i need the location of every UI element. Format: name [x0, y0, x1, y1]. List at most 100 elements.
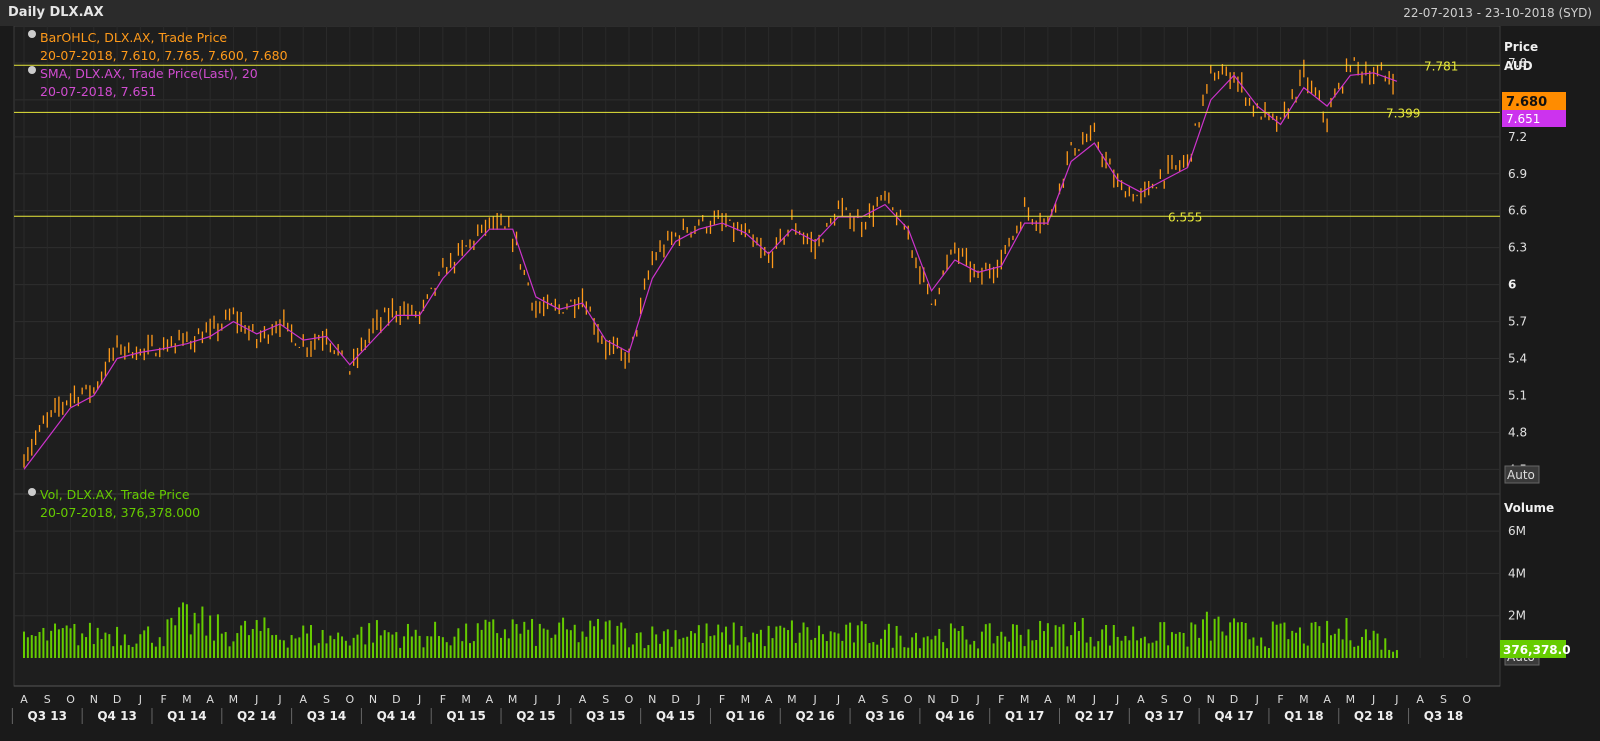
volume-bar	[911, 637, 914, 658]
volume-bar	[104, 632, 107, 658]
volume-bar	[604, 621, 607, 658]
volume-bar	[360, 626, 363, 658]
volume-bar	[441, 637, 444, 658]
month-label: N	[1207, 693, 1215, 706]
volume-bar	[740, 626, 743, 658]
volume-bar	[278, 639, 281, 658]
volume-bar	[569, 630, 572, 658]
clock-icon[interactable]	[28, 66, 36, 74]
volume-bar	[1093, 646, 1096, 658]
volume-bar	[918, 648, 921, 658]
volume-bar	[220, 633, 223, 658]
volume-bar	[628, 647, 631, 658]
volume-bar	[1070, 635, 1073, 658]
volume-bar	[1159, 622, 1162, 658]
volume-bar	[728, 644, 731, 658]
volume-bar	[616, 625, 619, 658]
volume-bar	[1209, 640, 1212, 658]
volume-bar	[934, 635, 937, 658]
sma-legend-values: 20-07-2018, 7.651	[40, 84, 156, 99]
clock-icon[interactable]	[28, 488, 36, 496]
price-tick: 6.6	[1508, 204, 1527, 218]
ohlc-legend-values: 20-07-2018, 7.610, 7.765, 7.600, 7.680	[40, 48, 288, 63]
volume-bar	[519, 633, 522, 658]
volume-bar	[1124, 635, 1127, 658]
volume-bar	[662, 631, 665, 658]
volume-bar	[1267, 648, 1270, 658]
volume-bar	[1310, 622, 1313, 658]
volume-bar	[457, 628, 460, 658]
volume-bar	[709, 636, 712, 658]
volume-bar	[1170, 632, 1173, 658]
volume-bar	[1202, 619, 1205, 658]
volume-bar	[337, 632, 340, 658]
volume-bar	[271, 635, 274, 658]
volume-bar	[1004, 636, 1007, 658]
month-label: J	[254, 693, 258, 706]
date-range[interactable]: 22-07-2013 - 23-10-2018 (SYD)	[1403, 6, 1592, 20]
quarter-label: Q3 16	[865, 709, 904, 723]
volume-bar	[581, 631, 584, 658]
volume-bar	[228, 646, 231, 658]
month-label: O	[1183, 693, 1192, 706]
clock-icon[interactable]	[28, 30, 36, 38]
quarter-label: Q1 17	[1005, 709, 1044, 723]
month-label: S	[44, 693, 51, 706]
month-label: A	[858, 693, 866, 706]
volume-bar	[158, 637, 161, 658]
volume-bar	[34, 636, 37, 658]
volume-bar	[798, 632, 801, 658]
sma-tag-text: 7.651	[1506, 112, 1540, 126]
volume-bar	[562, 617, 565, 658]
volume-bar	[868, 643, 871, 658]
volume-bar	[189, 634, 192, 658]
volume-bar	[538, 623, 541, 658]
volume-bar	[488, 621, 491, 658]
volume-bar	[1190, 622, 1193, 658]
volume-bar	[790, 620, 793, 658]
volume-bar	[915, 632, 918, 658]
volume-bar	[1376, 633, 1379, 658]
volume-bar	[1031, 640, 1034, 658]
volume-bar	[639, 632, 642, 658]
volume-bar	[1221, 631, 1224, 658]
price-volume-chart[interactable]: 7.781 7.399 6.555 BarOHLC, DLX.AX, Trade P…	[0, 26, 1600, 741]
volume-bar	[806, 627, 809, 658]
volume-bar	[1062, 624, 1065, 658]
volume-bar	[259, 630, 262, 658]
volume-bar	[554, 634, 557, 658]
month-label: A	[206, 693, 214, 706]
month-label: N	[90, 693, 98, 706]
volume-bar	[558, 622, 561, 658]
volume-bar	[1236, 622, 1239, 658]
volume-bar	[1108, 645, 1111, 658]
volume-bar	[1283, 622, 1286, 658]
volume-bar	[814, 637, 817, 658]
volume-bar	[1066, 646, 1069, 658]
volume-bar	[344, 640, 347, 658]
volume-bar	[1341, 639, 1344, 658]
volume-bar	[1008, 641, 1011, 658]
volume-bar	[523, 621, 526, 658]
chart-title: Daily DLX.AX	[8, 5, 104, 20]
volume-bar	[938, 628, 941, 658]
month-label: J	[557, 693, 561, 706]
volume-bar	[309, 625, 312, 658]
quarter-label: Q1 15	[446, 709, 485, 723]
volume-bar	[907, 647, 910, 658]
volume-bar	[209, 615, 212, 658]
volume-bar	[224, 632, 227, 658]
volume-bar	[26, 637, 29, 658]
volume-bar	[317, 643, 320, 658]
quarter-label: Q3 14	[307, 709, 346, 723]
volume-bar	[992, 643, 995, 658]
volume-bar	[356, 634, 359, 658]
volume-bar	[496, 633, 499, 658]
month-label: D	[113, 693, 121, 706]
volume-bar	[1128, 640, 1131, 658]
month-label: M	[508, 693, 518, 706]
volume-bar	[437, 636, 440, 658]
volume-bar	[1271, 621, 1274, 658]
price-axis-label: Price	[1504, 40, 1538, 54]
volume-bar	[255, 620, 258, 658]
